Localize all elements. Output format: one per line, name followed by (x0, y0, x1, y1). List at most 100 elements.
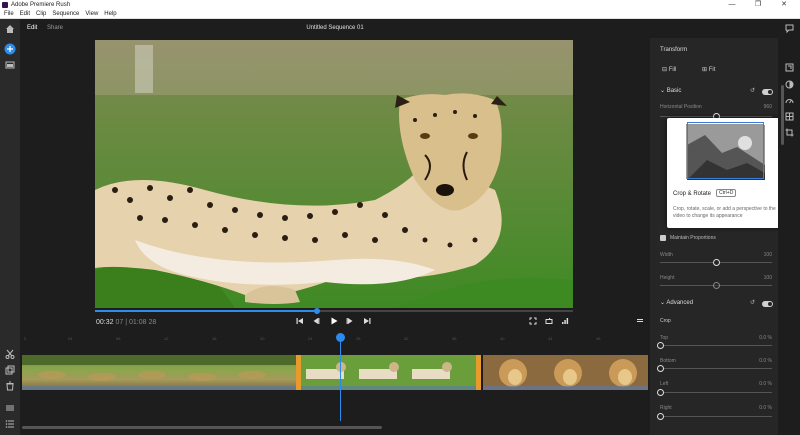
plus-icon[interactable] (4, 43, 16, 55)
horizontal-position-slider[interactable] (660, 113, 772, 120)
crop-right-value[interactable]: 0.0 % (759, 405, 772, 411)
panel-title: Transform (660, 47, 688, 53)
width-slider[interactable] (660, 259, 772, 266)
fit-button[interactable]: ⊞ Fit (702, 66, 715, 73)
horizontal-position-value[interactable]: 960 (764, 104, 772, 110)
slider-knob[interactable] (657, 413, 664, 420)
crop-bottom-label: Bottom (660, 358, 676, 364)
chat-icon[interactable] (784, 24, 794, 34)
list-icon[interactable] (4, 419, 16, 431)
advanced-toggle[interactable] (762, 301, 773, 307)
ruler-tick: 28 (356, 336, 361, 341)
menu-file[interactable]: File (4, 11, 14, 17)
crop-bottom-value[interactable]: 0.0 % (759, 358, 772, 364)
height-value[interactable]: 100 (764, 275, 772, 281)
scrub-handle[interactable] (314, 308, 321, 314)
right-icon-rail (778, 19, 800, 435)
go-to-start-icon[interactable] (294, 317, 306, 329)
crop-rotate-tooltip: Crop & Rotate Ctrl+D Crop, rotate, scale… (667, 118, 783, 228)
height-slider[interactable] (660, 282, 772, 289)
menu-clip[interactable]: Clip (36, 11, 46, 17)
crop-bottom-slider[interactable] (657, 365, 772, 372)
menu-bar: File Edit Clip Sequence View Help (0, 9, 800, 19)
close-icon[interactable]: ✕ (774, 0, 794, 9)
slider-knob[interactable] (657, 365, 664, 372)
basic-section-header[interactable]: ⌄ Basic (660, 87, 681, 94)
slider-knob[interactable] (713, 259, 720, 266)
timeline-playhead-handle[interactable] (336, 333, 345, 342)
transform-icon[interactable] (784, 63, 794, 73)
home-icon[interactable] (4, 24, 16, 36)
play-icon[interactable] (328, 317, 340, 329)
panel-scrollbar[interactable] (781, 85, 784, 145)
advanced-section-header[interactable]: ⌄ Advanced (660, 299, 693, 306)
scissors-icon[interactable] (4, 349, 16, 361)
app-logo-icon (2, 1, 8, 8)
crop-left-slider[interactable] (657, 389, 772, 396)
video-preview[interactable] (95, 40, 573, 308)
slider-knob[interactable] (657, 342, 664, 349)
menu-help[interactable]: Help (104, 11, 116, 17)
fullscreen-icon[interactable] (527, 317, 539, 329)
video-clip[interactable] (22, 355, 296, 390)
audio-icon[interactable] (784, 112, 794, 122)
fill-icon: ⊟ (662, 67, 669, 73)
ruler-tick: 0 (24, 336, 27, 341)
reset-icon[interactable]: ↺ (750, 299, 755, 306)
crop-right-label: Right (660, 405, 672, 411)
window-title: Adobe Premiere Rush (11, 1, 71, 8)
duplicate-icon[interactable] (4, 365, 16, 377)
video-clip[interactable] (483, 355, 648, 390)
menu-icon[interactable] (634, 317, 646, 329)
fill-button[interactable]: ⊟ Fill (662, 66, 676, 73)
timeline-scrollbar[interactable] (22, 426, 382, 429)
tooltip-crop-frame (687, 122, 764, 179)
chevron-down-icon: ⌄ (660, 88, 667, 94)
crop-right-slider[interactable] (657, 413, 772, 420)
menu-sequence[interactable]: Sequence (52, 11, 79, 17)
height-label: Height (660, 275, 675, 281)
color-icon[interactable] (784, 80, 794, 90)
crop-left-value[interactable]: 0.0 % (759, 381, 772, 387)
clip-audio-strip (22, 386, 296, 390)
program-monitor: 00:32 07 | 01:08 28 (20, 38, 650, 333)
timeline-playhead[interactable] (340, 333, 341, 421)
tooltip-title: Crop & Rotate (673, 191, 712, 197)
slider-knob[interactable] (657, 389, 664, 396)
reset-icon[interactable]: ↺ (750, 87, 755, 94)
menu-edit[interactable]: Edit (20, 11, 30, 17)
crop-top-value[interactable]: 0.0 % (759, 335, 772, 341)
crop-top-slider[interactable] (657, 342, 772, 349)
maintain-proportions-checkbox[interactable] (660, 235, 666, 241)
scrub-bar-fill (95, 310, 318, 312)
quality-icon[interactable] (559, 317, 571, 329)
time-ruler[interactable]: 0 04 08 12 16 20 24 28 32 36 40 44 48 (20, 333, 650, 345)
ruler-tick: 04 (68, 336, 73, 341)
video-clip-selected[interactable] (296, 355, 481, 390)
crop-top-label: Top (660, 335, 669, 341)
basic-toggle[interactable] (762, 89, 773, 95)
speed-icon[interactable] (784, 96, 794, 106)
media-icon[interactable] (4, 60, 16, 72)
timeline[interactable]: 0 04 08 12 16 20 24 28 32 36 40 44 48 (20, 333, 650, 435)
tracks-icon[interactable] (4, 403, 16, 415)
ruler-tick: 32 (404, 336, 409, 341)
step-back-icon[interactable] (310, 317, 322, 329)
scrub-bar[interactable] (95, 308, 573, 314)
slider-knob[interactable] (713, 282, 720, 289)
ruler-tick: 44 (548, 336, 553, 341)
loop-icon[interactable] (543, 317, 555, 329)
fill-label: Fill (668, 67, 677, 73)
ruler-tick: 48 (596, 336, 601, 341)
go-to-end-icon[interactable] (361, 317, 373, 329)
crop-left-label: Left (660, 381, 669, 387)
menu-view[interactable]: View (85, 11, 98, 17)
trash-icon[interactable] (4, 381, 16, 393)
crop-icon[interactable] (784, 128, 794, 138)
sequence-title: Untitled Sequence 01 (306, 25, 364, 31)
minimize-icon[interactable]: — (722, 0, 742, 9)
width-value[interactable]: 100 (764, 252, 772, 258)
maximize-icon[interactable]: ❐ (748, 0, 768, 9)
step-forward-icon[interactable] (344, 317, 356, 329)
transport-controls (20, 317, 650, 329)
